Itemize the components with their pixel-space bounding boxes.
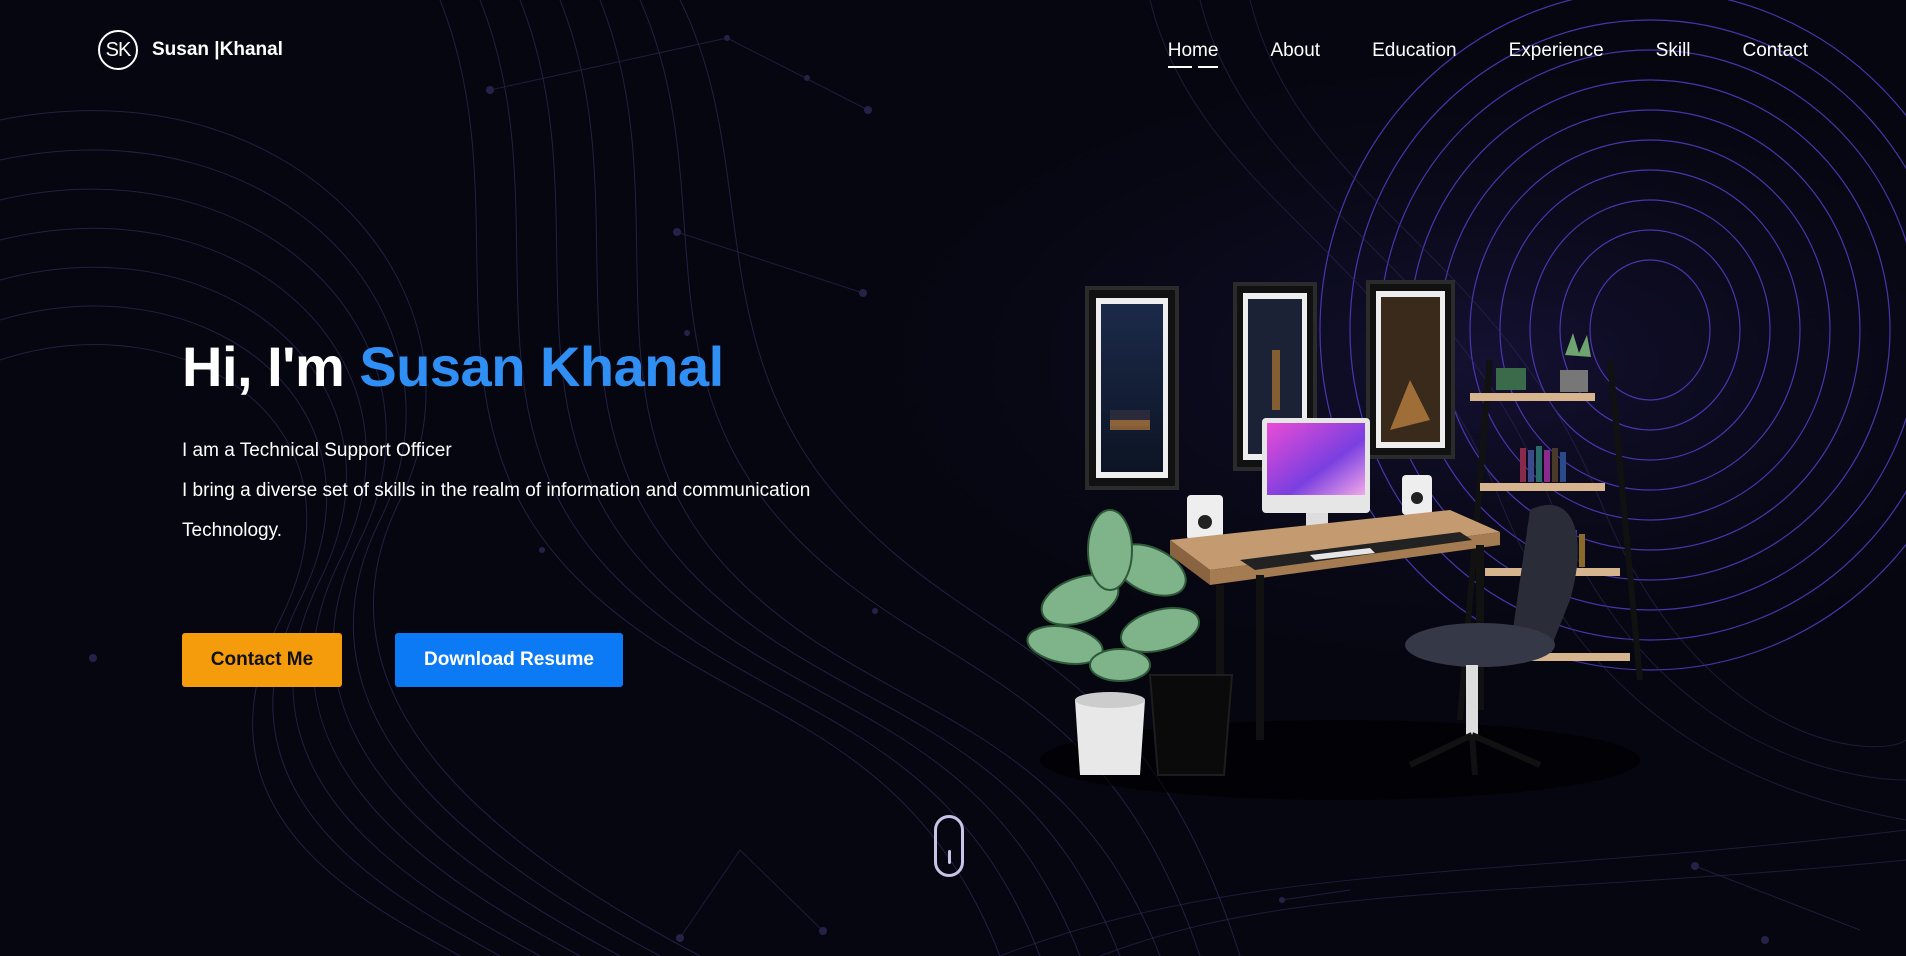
hero-buttons: Contact Me Download Resume <box>182 633 623 687</box>
desk-setup-illustration <box>1026 280 1643 800</box>
mouse-wheel <box>948 850 951 864</box>
nav-menu: Home About Education Experience Skill Co… <box>1167 40 1808 68</box>
brand-name: Susan |Khanal <box>152 39 283 60</box>
nav-link-education[interactable]: Education <box>1372 40 1457 62</box>
nav-link-about[interactable]: About <box>1270 40 1320 62</box>
hero-section: Hi, I'm Susan Khanal I am a Technical Su… <box>182 335 810 551</box>
top-navigation: SK Susan |Khanal Home About Education Ex… <box>0 0 1906 105</box>
nav-link-contact[interactable]: Contact <box>1743 40 1808 62</box>
download-resume-button[interactable]: Download Resume <box>395 633 623 687</box>
hero-skills-line-cont: Technology. <box>182 520 282 541</box>
hero-name: Susan Khanal <box>359 335 724 398</box>
nav-link-skill[interactable]: Skill <box>1656 40 1691 62</box>
monogram-logo-icon: SK <box>98 30 138 70</box>
hero-heading: Hi, I'm Susan Khanal <box>182 335 810 399</box>
hero-description: I am a Technical Support Officer I bring… <box>182 431 810 551</box>
contact-me-button[interactable]: Contact Me <box>182 633 342 687</box>
hero-greeting: Hi, I'm <box>182 335 360 398</box>
nav-link-experience[interactable]: Experience <box>1509 40 1604 62</box>
hero-skills-line: I bring a diverse set of skills in the r… <box>182 480 811 501</box>
nav-link-home[interactable]: Home <box>1167 40 1218 68</box>
mouse-scroll-icon[interactable] <box>934 815 964 877</box>
hero-role-line: I am a Technical Support Officer <box>182 440 452 461</box>
site-logo[interactable]: SK Susan |Khanal <box>98 30 283 70</box>
